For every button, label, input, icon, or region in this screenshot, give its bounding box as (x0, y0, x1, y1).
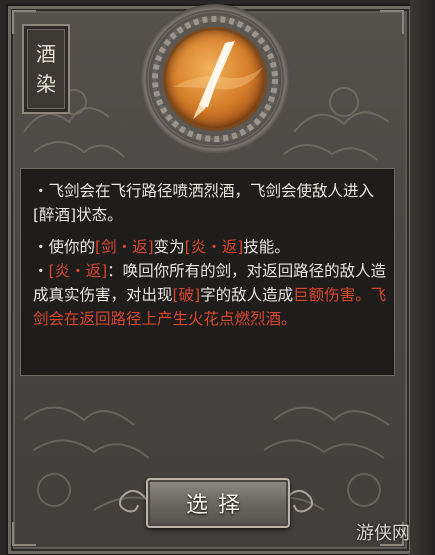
select-button-label: 选择 (185, 493, 250, 518)
skill-keyword: [剑・返] (95, 238, 154, 256)
description-text: 技能。 (243, 238, 290, 256)
button-face: 选择 (146, 478, 290, 528)
description-line-2: ・使你的[剑・返]变为[炎・返]技能。 (33, 235, 393, 259)
flying-sword-icon (173, 41, 263, 119)
skill-keyword: [炎・返] (184, 238, 244, 256)
skill-description-panel: ・飞剑会在飞行路径喷洒烈酒，飞剑会使敌人进入 [醉酒]状态。 ・使你的[剑・返]变… (20, 168, 395, 376)
select-button[interactable]: 选择 (118, 470, 314, 532)
description-text: 字的敌人造成 (200, 286, 294, 304)
skill-medallion (140, 4, 290, 154)
description-text: ・使你的 (33, 238, 96, 256)
skill-orb (163, 27, 267, 131)
description-text: 变为 (153, 238, 185, 256)
card-title-char: 酒 (36, 42, 56, 66)
mark-keyword: [破] (172, 286, 201, 304)
watermark-logo: 游侠网 (356, 523, 410, 544)
description-line-1: ・飞剑会在飞行路径喷洒烈酒，飞剑会使敌人进入 [醉酒]状态。 (33, 179, 393, 227)
description-line-3: ・[炎・返]：唤回你所有的剑，对返回路径的敌人造成真实伤害，对出现[破]字的敌人… (33, 262, 387, 328)
card-title-char: 染 (36, 72, 56, 96)
background-edge (410, 0, 435, 555)
card-title-plate: 酒 染 (22, 24, 70, 114)
skill-keyword: [炎・返] (48, 262, 108, 280)
description-text: ・飞剑会在飞行路径喷洒烈酒，飞剑会使敌人进入 (33, 182, 375, 200)
description-text: 状态。 (76, 206, 123, 224)
status-keyword: [醉酒] (33, 206, 77, 224)
